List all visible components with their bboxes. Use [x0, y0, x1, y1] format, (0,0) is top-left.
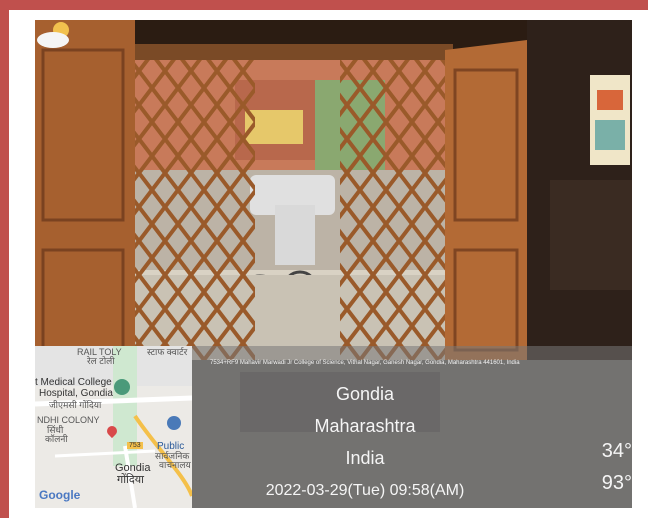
country-name: India: [345, 448, 385, 468]
map-label-ndhi-colony: NDHI COLONY: [37, 415, 100, 425]
map-label-hospital-line1: t Medical College: [35, 377, 112, 388]
google-attribution: Google: [39, 488, 81, 502]
map-label-hospital-line2: Hospital, Gondia: [39, 388, 113, 399]
road-shield: 753: [127, 442, 143, 449]
state-name: Maharashtra: [314, 416, 416, 436]
map-label-gondia-local: गोंदिया: [117, 474, 144, 486]
map-label-top-text: स्टाफ क्वार्टर: [147, 347, 188, 357]
frame-top-border: [0, 0, 648, 10]
library-pin-icon: [167, 416, 181, 430]
map-label-public-local2: वाचनालय: [159, 460, 191, 470]
city-name: Gondia: [335, 384, 395, 404]
humidity: 93°: [601, 472, 632, 494]
partly-cloudy-icon: [37, 22, 69, 48]
date-time: 2022-03-29(Tue) 09:58(AM): [265, 482, 465, 499]
map-label-gondia: Gondia: [115, 462, 151, 474]
geotag-photo: RAIL TOLY रेल टोली स्टाफ क्वार्टर t Medi…: [35, 20, 632, 508]
frame-left-border: [0, 0, 9, 518]
temperature: 34°: [601, 440, 632, 462]
hospital-pin-icon: [114, 379, 130, 395]
map-label-rail-toly-local: रेल टोली: [87, 356, 115, 366]
address-line: 7534+RF9 Mahavir Marwadi Jr College of S…: [210, 360, 520, 366]
map-label-ndhi-local2: कॉलनी: [45, 434, 68, 444]
map-label-hospital-local: जीएमसी गोंदिया: [49, 400, 102, 410]
map-label-public: Public: [157, 441, 185, 452]
location-map[interactable]: RAIL TOLY रेल टोली स्टाफ क्वार्टर t Medi…: [35, 346, 192, 508]
